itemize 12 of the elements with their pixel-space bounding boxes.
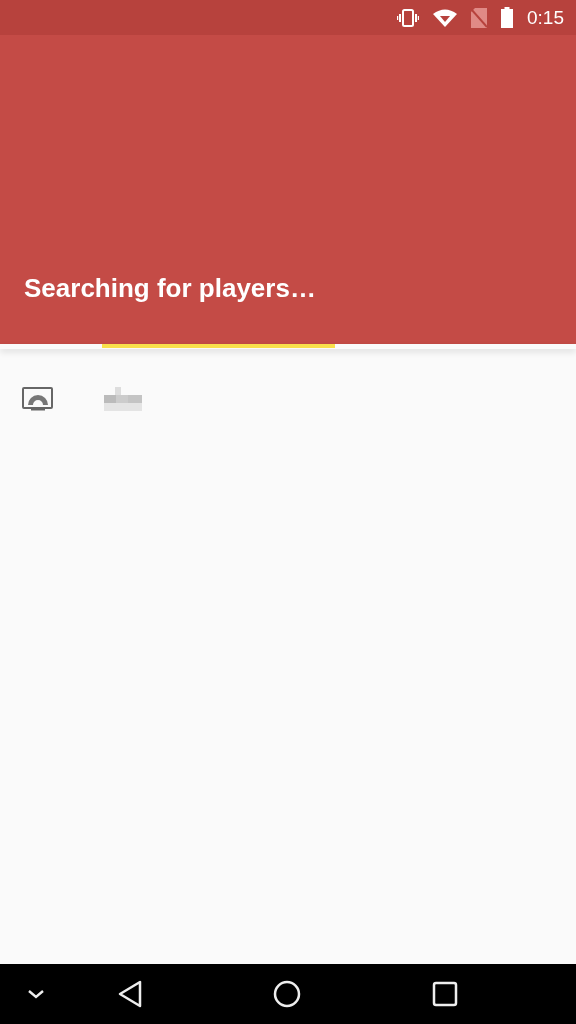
back-icon[interactable] <box>117 980 143 1008</box>
home-icon[interactable] <box>273 980 301 1008</box>
status-time: 0:15 <box>527 6 564 29</box>
cast-screen-icon <box>22 387 54 411</box>
wifi-icon <box>433 8 457 27</box>
recents-icon[interactable] <box>432 981 458 1007</box>
no-sim-icon <box>471 7 487 28</box>
battery-icon <box>501 7 513 28</box>
vibrate-icon <box>397 8 419 27</box>
chevron-down-icon[interactable] <box>27 989 45 999</box>
screen-title: Searching for players… <box>24 273 316 304</box>
pixelated-name-drawing <box>104 387 142 411</box>
